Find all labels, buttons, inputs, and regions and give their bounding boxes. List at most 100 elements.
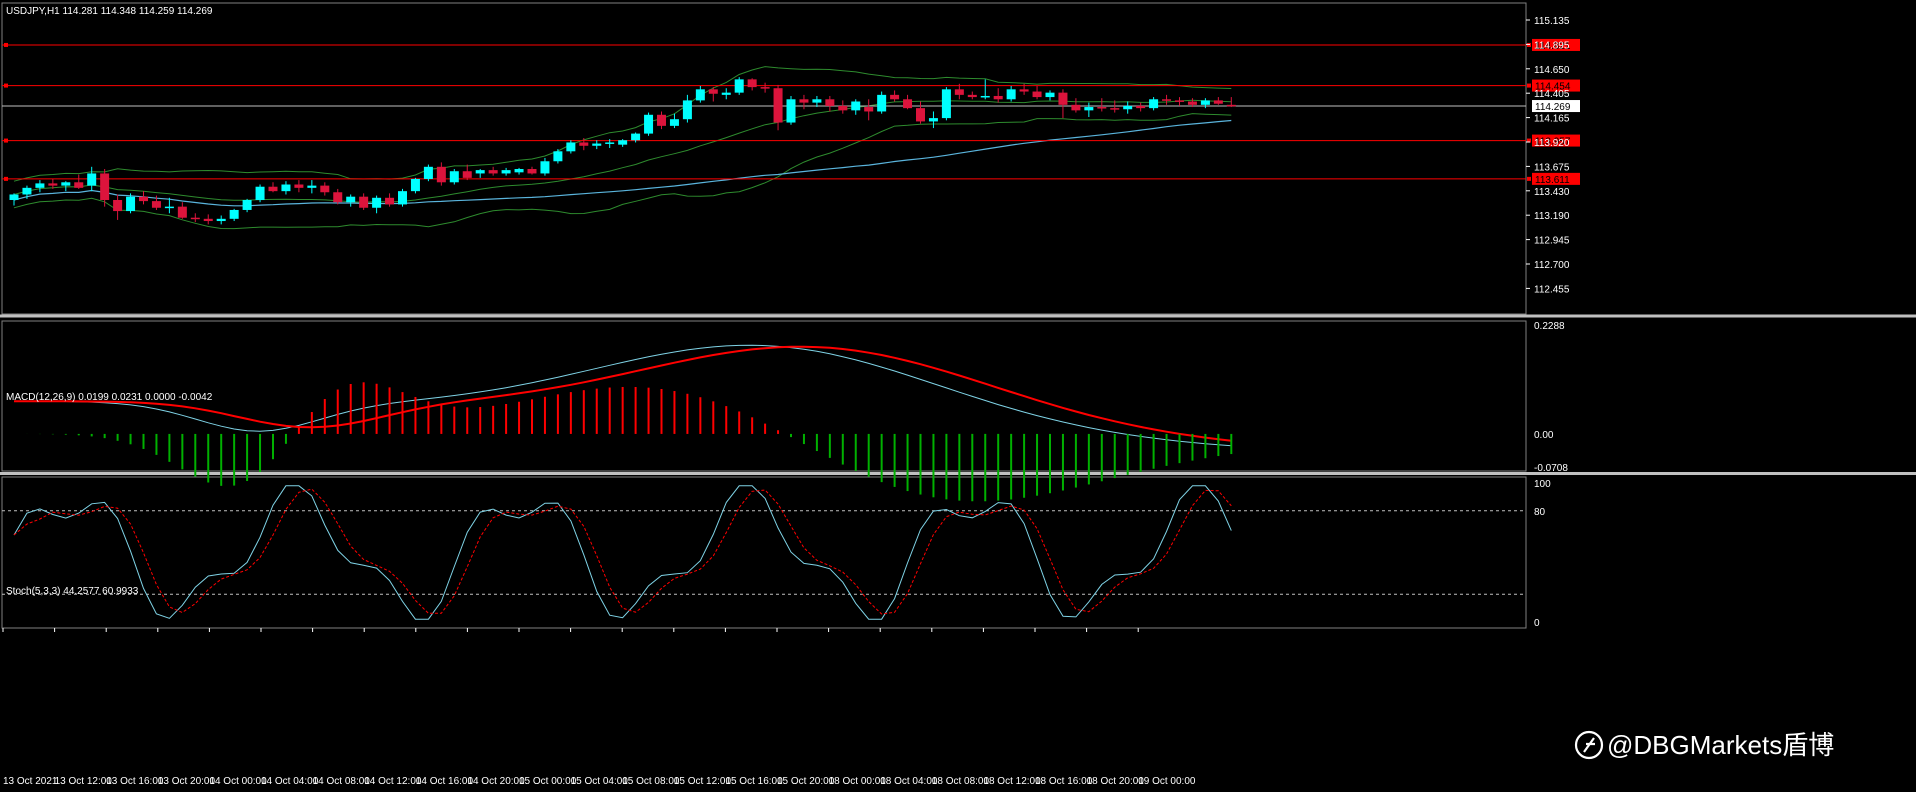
macd-header: MACD(12,26,9) 0.0199 0.0231 0.0000 -0.00…	[6, 392, 213, 403]
candle-body	[475, 170, 485, 174]
candle-body	[877, 94, 887, 112]
time-tick-label: 15 Oct 20:00	[777, 776, 835, 787]
candle[interactable]	[398, 188, 407, 207]
candle-body	[1200, 100, 1210, 105]
price-tick-label: 112.455	[1534, 284, 1570, 295]
candle-body	[501, 170, 511, 174]
candle-body	[540, 161, 550, 174]
time-tick-label: 13 Oct 12:00	[55, 776, 113, 787]
time-tick-label: 18 Oct 20:00	[1087, 776, 1145, 787]
level-handle[interactable]	[4, 83, 8, 88]
price-tick-label: 113.675	[1534, 162, 1570, 173]
time-tick-label: 18 Oct 16:00	[1035, 776, 1093, 787]
candle-body	[695, 89, 705, 101]
candle-body	[954, 89, 964, 95]
time-tick-label: 15 Oct 08:00	[622, 776, 680, 787]
price-tick-label: 113.920	[1534, 138, 1570, 149]
candle-body	[177, 206, 187, 218]
candle-body	[592, 143, 602, 146]
time-tick-label: 18 Oct 12:00	[983, 776, 1041, 787]
candle-body	[1110, 108, 1120, 110]
candle-body	[553, 151, 563, 162]
time-tick-label: 13 Oct 2021	[3, 776, 58, 787]
macd-tick-label: -0.0708	[1534, 463, 1568, 474]
candle-body	[644, 114, 654, 134]
candle-body	[1045, 92, 1055, 98]
candle-body	[35, 183, 45, 188]
time-tick-label: 14 Oct 12:00	[364, 776, 422, 787]
candle[interactable]	[644, 112, 654, 136]
candle-body	[462, 171, 472, 178]
candle-body	[398, 191, 407, 205]
candle-body	[139, 196, 148, 202]
candle-body	[385, 197, 395, 205]
candle-body	[838, 105, 848, 111]
candle[interactable]	[734, 77, 744, 95]
candle[interactable]	[786, 95, 796, 125]
candle-body	[682, 100, 692, 120]
candle-body	[1071, 104, 1081, 111]
price-tick-label: 112.945	[1534, 236, 1570, 247]
time-tick-label: 15 Oct 00:00	[519, 776, 577, 787]
candle-body	[657, 114, 666, 126]
candle-body	[773, 88, 783, 123]
candle-body	[864, 107, 874, 112]
candle-body	[1187, 101, 1197, 105]
time-tick-label: 18 Oct 00:00	[829, 776, 887, 787]
price-tick-label: 114.650	[1534, 65, 1570, 76]
macd-tick-label: 0.2288	[1534, 321, 1565, 332]
time-tick-label: 14 Oct 04:00	[261, 776, 319, 787]
candle-body	[229, 209, 239, 219]
watermark: @DBGMarkets盾博	[1574, 730, 1834, 760]
candle-body	[812, 99, 822, 103]
level-handle[interactable]	[4, 138, 8, 143]
candle-body	[410, 178, 420, 192]
candle-body	[527, 169, 537, 174]
candle[interactable]	[449, 169, 459, 185]
candle-body	[916, 108, 925, 122]
candle[interactable]	[255, 184, 265, 203]
price-tick-label: 115.135	[1534, 16, 1570, 27]
candle-body	[708, 89, 718, 94]
candle-body	[423, 166, 433, 179]
candle-body	[669, 119, 679, 126]
candle-body	[579, 142, 589, 146]
candle-body	[281, 184, 291, 192]
candle-body	[346, 196, 356, 203]
candle-body	[967, 94, 977, 98]
stoch-tick-label: 80	[1534, 507, 1546, 518]
candle-body	[87, 173, 97, 186]
price-tick-label: 113.430	[1534, 187, 1570, 198]
candle[interactable]	[423, 164, 433, 182]
time-tick-label: 15 Oct 12:00	[674, 776, 732, 787]
stoch-header: Stoch(5,3,3) 44.2577 60.9933	[6, 586, 139, 597]
trading-terminal-chart[interactable]: 114.821114.454113.957113.611114.269115.1…	[0, 0, 1916, 792]
level-handle[interactable]	[4, 176, 8, 181]
level-tag-label: 113.611	[1535, 175, 1570, 186]
candle[interactable]	[941, 87, 951, 121]
candle-body	[1032, 91, 1042, 98]
time-tick-label: 13 Oct 16:00	[106, 776, 164, 787]
time-tick-label: 13 Oct 20:00	[158, 776, 216, 787]
candle-body	[242, 200, 252, 210]
candle-body	[514, 169, 524, 173]
level-handle[interactable]	[4, 42, 8, 47]
time-tick-label: 18 Oct 08:00	[932, 776, 990, 787]
candle-body	[1058, 92, 1068, 105]
time-tick-label: 15 Oct 04:00	[571, 776, 629, 787]
candle-body	[851, 101, 861, 111]
candle-body	[993, 95, 1003, 100]
time-tick-label: 14 Oct 20:00	[467, 776, 525, 787]
candle[interactable]	[410, 177, 420, 194]
candle-body	[1019, 89, 1029, 92]
time-tick-label: 19 Oct 00:00	[1138, 776, 1196, 787]
candle-body	[151, 201, 161, 208]
time-tick-label: 18 Oct 04:00	[880, 776, 938, 787]
candle-body	[1084, 107, 1094, 111]
price-tick-label: 114.895	[1534, 40, 1570, 51]
candle-body	[1136, 105, 1146, 109]
candle-body	[618, 140, 628, 145]
candle-body	[605, 142, 615, 144]
candle-body	[903, 99, 913, 109]
candle-body	[268, 186, 278, 192]
